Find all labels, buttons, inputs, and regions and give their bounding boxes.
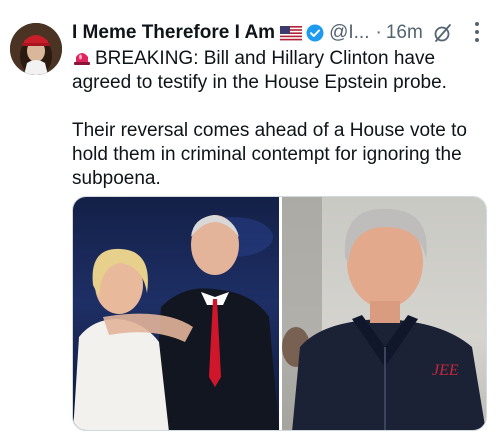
timestamp[interactable]: 16m (386, 22, 423, 44)
us-flag-icon (280, 25, 303, 41)
grok-icon[interactable] (433, 23, 453, 43)
more-dot (475, 22, 479, 26)
tweet-header: I Meme Therefore I Am @I... · 16m (72, 20, 488, 46)
avatar[interactable] (10, 23, 62, 75)
more-dot (475, 38, 479, 42)
tweet-media[interactable]: JEE (72, 196, 487, 431)
tweet-paragraph-2: Their reversal comes ahead of a House vo… (72, 120, 467, 189)
display-name[interactable]: I Meme Therefore I Am (72, 22, 275, 44)
photo-clintons[interactable] (73, 197, 279, 430)
separator-dot: · (375, 22, 382, 43)
photo-epstein[interactable]: JEE (282, 197, 486, 430)
siren-icon (72, 48, 92, 66)
tweet-text: BREAKING: Bill and Hillary Clinton have … (72, 47, 487, 191)
verified-badge-icon (306, 24, 324, 42)
more-options-icon[interactable] (474, 22, 480, 42)
user-handle[interactable]: @I... (329, 22, 369, 44)
svg-text:JEE: JEE (432, 362, 459, 379)
breaking-text: BREAKING: Bill and Hillary Clinton have … (72, 48, 447, 93)
tweet-paragraph-1: BREAKING: Bill and Hillary Clinton have … (72, 47, 487, 95)
more-dot (475, 30, 479, 34)
avatar-image (10, 23, 62, 75)
